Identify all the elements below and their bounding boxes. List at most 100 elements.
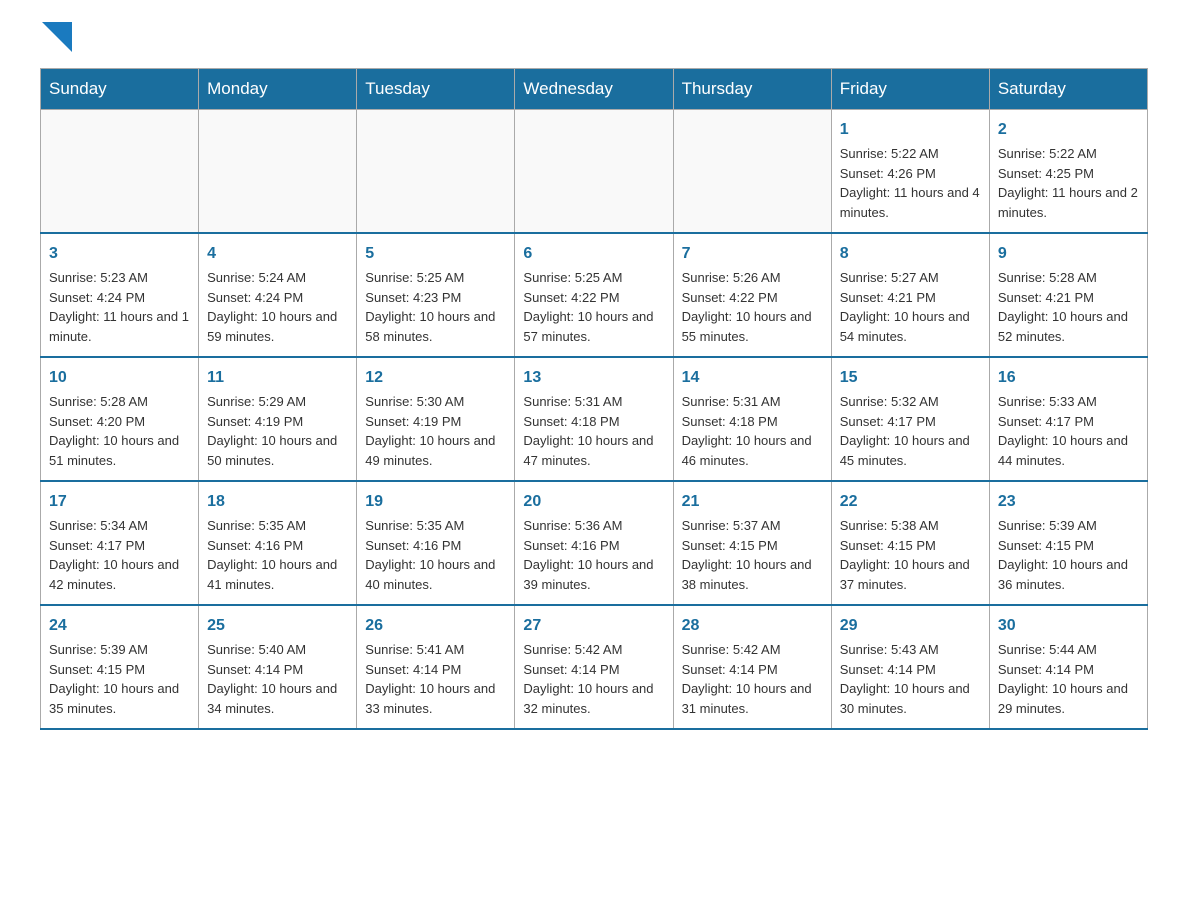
day-info: Sunrise: 5:32 AMSunset: 4:17 PMDaylight:… [840,394,970,468]
logo [40,30,72,48]
day-info: Sunrise: 5:43 AMSunset: 4:14 PMDaylight:… [840,642,970,716]
day-info: Sunrise: 5:37 AMSunset: 4:15 PMDaylight:… [682,518,812,592]
day-info: Sunrise: 5:22 AMSunset: 4:25 PMDaylight:… [998,146,1138,220]
day-number: 10 [49,366,190,390]
calendar-cell: 6Sunrise: 5:25 AMSunset: 4:22 PMDaylight… [515,233,673,357]
calendar-cell: 8 Sunrise: 5:27 AMSunset: 4:21 PMDaylight… [831,233,989,357]
day-number: 22 [840,490,981,514]
day-info: Sunrise: 5:39 AMSunset: 4:15 PMDaylight:… [49,642,179,716]
day-info: Sunrise: 5:27 AMSunset: 4:21 PMDaylight:… [840,270,970,344]
calendar-week-row: 3 Sunrise: 5:23 AMSunset: 4:24 PMDaylight… [41,233,1148,357]
day-number: 3 [49,242,190,266]
calendar-cell: 5 Sunrise: 5:25 AMSunset: 4:23 PMDaylight… [357,233,515,357]
calendar-cell: 23 Sunrise: 5:39 AMSunset: 4:15 PMDayligh… [989,481,1147,605]
calendar-cell [673,110,831,234]
day-number: 29 [840,614,981,638]
calendar-header: SundayMondayTuesdayWednesdayThursdayFrid… [41,69,1148,110]
calendar-cell [41,110,199,234]
day-number: 23 [998,490,1139,514]
calendar-body: 1 Sunrise: 5:22 AMSunset: 4:26 PMDaylight… [41,110,1148,730]
calendar-cell: 30Sunrise: 5:44 AMSunset: 4:14 PMDayligh… [989,605,1147,729]
day-info: Sunrise: 5:23 AMSunset: 4:24 PMDaylight:… [49,270,189,344]
day-info: Sunrise: 5:35 AMSunset: 4:16 PMDaylight:… [365,518,495,592]
day-info: Sunrise: 5:34 AMSunset: 4:17 PMDaylight:… [49,518,179,592]
weekday-header-monday: Monday [199,69,357,110]
calendar-cell: 4Sunrise: 5:24 AMSunset: 4:24 PMDaylight… [199,233,357,357]
calendar-cell: 14 Sunrise: 5:31 AMSunset: 4:18 PMDayligh… [673,357,831,481]
calendar-cell [199,110,357,234]
day-number: 20 [523,490,664,514]
weekday-header-row: SundayMondayTuesdayWednesdayThursdayFrid… [41,69,1148,110]
day-info: Sunrise: 5:25 AMSunset: 4:22 PMDaylight:… [523,270,653,344]
calendar-cell: 10 Sunrise: 5:28 AMSunset: 4:20 PMDayligh… [41,357,199,481]
day-number: 2 [998,118,1139,142]
day-number: 14 [682,366,823,390]
day-number: 4 [207,242,348,266]
day-number: 17 [49,490,190,514]
day-info: Sunrise: 5:36 AMSunset: 4:16 PMDaylight:… [523,518,653,592]
day-number: 8 [840,242,981,266]
calendar-week-row: 10 Sunrise: 5:28 AMSunset: 4:20 PMDayligh… [41,357,1148,481]
day-number: 5 [365,242,506,266]
calendar-cell: 22Sunrise: 5:38 AMSunset: 4:15 PMDayligh… [831,481,989,605]
calendar-cell: 20 Sunrise: 5:36 AMSunset: 4:16 PMDayligh… [515,481,673,605]
day-info: Sunrise: 5:31 AMSunset: 4:18 PMDaylight:… [682,394,812,468]
day-info: Sunrise: 5:30 AMSunset: 4:19 PMDaylight:… [365,394,495,468]
day-number: 11 [207,366,348,390]
day-info: Sunrise: 5:41 AMSunset: 4:14 PMDaylight:… [365,642,495,716]
calendar-cell: 16 Sunrise: 5:33 AMSunset: 4:17 PMDayligh… [989,357,1147,481]
calendar-cell [515,110,673,234]
weekday-header-sunday: Sunday [41,69,199,110]
weekday-header-thursday: Thursday [673,69,831,110]
day-info: Sunrise: 5:40 AMSunset: 4:14 PMDaylight:… [207,642,337,716]
day-number: 26 [365,614,506,638]
day-info: Sunrise: 5:25 AMSunset: 4:23 PMDaylight:… [365,270,495,344]
day-number: 21 [682,490,823,514]
day-info: Sunrise: 5:33 AMSunset: 4:17 PMDaylight:… [998,394,1128,468]
day-number: 24 [49,614,190,638]
weekday-header-wednesday: Wednesday [515,69,673,110]
day-info: Sunrise: 5:42 AMSunset: 4:14 PMDaylight:… [682,642,812,716]
calendar-table: SundayMondayTuesdayWednesdayThursdayFrid… [40,68,1148,730]
day-info: Sunrise: 5:29 AMSunset: 4:19 PMDaylight:… [207,394,337,468]
calendar-week-row: 24 Sunrise: 5:39 AMSunset: 4:15 PMDayligh… [41,605,1148,729]
day-number: 28 [682,614,823,638]
calendar-cell: 17 Sunrise: 5:34 AMSunset: 4:17 PMDayligh… [41,481,199,605]
day-info: Sunrise: 5:28 AMSunset: 4:20 PMDaylight:… [49,394,179,468]
calendar-cell: 13 Sunrise: 5:31 AMSunset: 4:18 PMDayligh… [515,357,673,481]
day-info: Sunrise: 5:44 AMSunset: 4:14 PMDaylight:… [998,642,1128,716]
day-info: Sunrise: 5:39 AMSunset: 4:15 PMDaylight:… [998,518,1128,592]
day-number: 18 [207,490,348,514]
day-number: 15 [840,366,981,390]
day-number: 1 [840,118,981,142]
day-number: 27 [523,614,664,638]
calendar-cell: 9Sunrise: 5:28 AMSunset: 4:21 PMDaylight… [989,233,1147,357]
calendar-cell [357,110,515,234]
day-info: Sunrise: 5:22 AMSunset: 4:26 PMDaylight:… [840,146,980,220]
day-info: Sunrise: 5:42 AMSunset: 4:14 PMDaylight:… [523,642,653,716]
day-info: Sunrise: 5:35 AMSunset: 4:16 PMDaylight:… [207,518,337,592]
calendar-cell: 27 Sunrise: 5:42 AMSunset: 4:14 PMDayligh… [515,605,673,729]
day-number: 7 [682,242,823,266]
calendar-cell: 24 Sunrise: 5:39 AMSunset: 4:15 PMDayligh… [41,605,199,729]
calendar-cell: 25 Sunrise: 5:40 AMSunset: 4:14 PMDayligh… [199,605,357,729]
calendar-cell: 1 Sunrise: 5:22 AMSunset: 4:26 PMDaylight… [831,110,989,234]
day-number: 16 [998,366,1139,390]
calendar-cell: 28 Sunrise: 5:42 AMSunset: 4:14 PMDayligh… [673,605,831,729]
calendar-week-row: 17 Sunrise: 5:34 AMSunset: 4:17 PMDayligh… [41,481,1148,605]
day-number: 12 [365,366,506,390]
calendar-cell: 3 Sunrise: 5:23 AMSunset: 4:24 PMDaylight… [41,233,199,357]
day-number: 19 [365,490,506,514]
day-info: Sunrise: 5:31 AMSunset: 4:18 PMDaylight:… [523,394,653,468]
day-number: 9 [998,242,1139,266]
calendar-cell: 29 Sunrise: 5:43 AMSunset: 4:14 PMDayligh… [831,605,989,729]
weekday-header-saturday: Saturday [989,69,1147,110]
day-number: 25 [207,614,348,638]
day-number: 13 [523,366,664,390]
calendar-cell: 15 Sunrise: 5:32 AMSunset: 4:17 PMDayligh… [831,357,989,481]
calendar-cell: 19 Sunrise: 5:35 AMSunset: 4:16 PMDayligh… [357,481,515,605]
calendar-cell: 2 Sunrise: 5:22 AMSunset: 4:25 PMDaylight… [989,110,1147,234]
calendar-cell: 21 Sunrise: 5:37 AMSunset: 4:15 PMDayligh… [673,481,831,605]
calendar-cell: 12 Sunrise: 5:30 AMSunset: 4:19 PMDayligh… [357,357,515,481]
calendar-cell: 18 Sunrise: 5:35 AMSunset: 4:16 PMDayligh… [199,481,357,605]
